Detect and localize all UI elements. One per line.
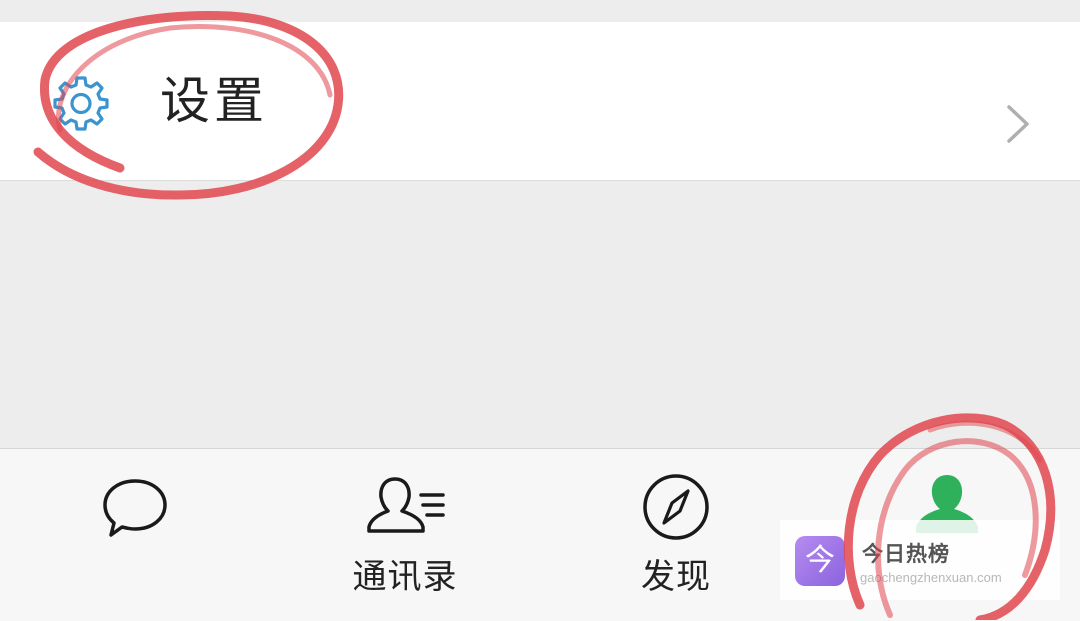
chat-bubble-icon bbox=[103, 479, 167, 537]
top-gap bbox=[0, 0, 1080, 22]
watermark-logo: 今 bbox=[795, 536, 845, 586]
chevron-right-icon bbox=[1007, 105, 1029, 143]
watermark: 今 今日热榜 gaochengzhenxuan.com bbox=[780, 520, 1060, 600]
gear-icon bbox=[53, 76, 109, 131]
tab-contacts-label: 通讯录 bbox=[352, 557, 458, 597]
contacts-icon bbox=[367, 477, 445, 533]
tab-chats[interactable] bbox=[35, 449, 235, 621]
tab-discover[interactable]: 发现 bbox=[576, 449, 776, 621]
settings-label: 设置 bbox=[160, 72, 268, 130]
watermark-url: gaochengzhenxuan.com bbox=[860, 570, 1002, 585]
tab-discover-label: 发现 bbox=[641, 557, 711, 597]
tab-contacts[interactable]: 通讯录 bbox=[305, 449, 505, 621]
compass-icon bbox=[643, 474, 709, 540]
watermark-title: 今日热榜 bbox=[862, 542, 950, 566]
settings-row[interactable]: 设置 bbox=[0, 22, 1080, 181]
